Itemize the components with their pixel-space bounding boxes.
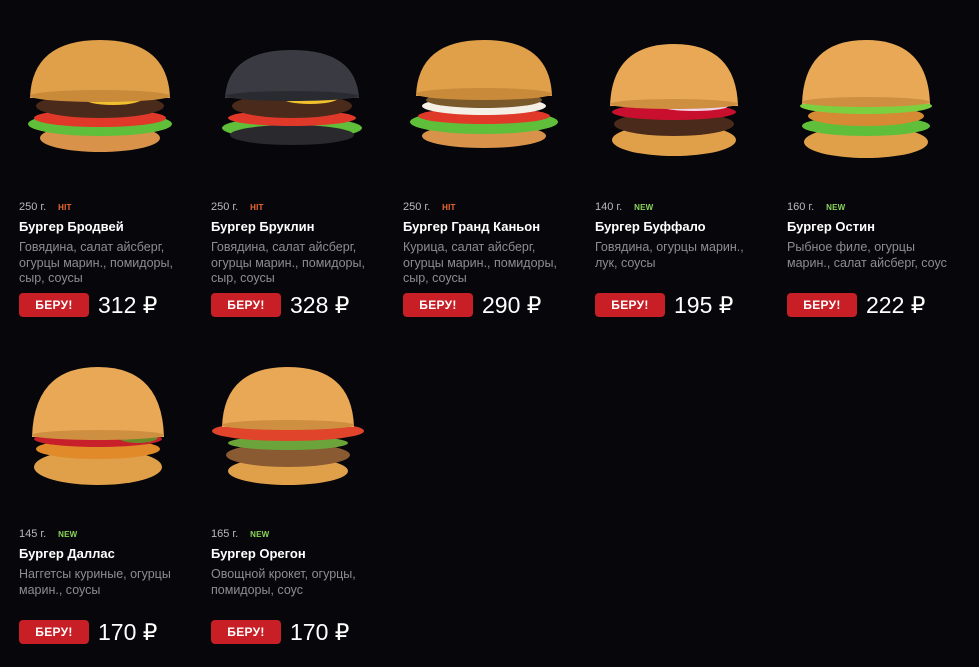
product-description: Наггетсы куриные, огурцы марин., соусы: [19, 567, 171, 597]
item-meta: 250 г. HIT: [19, 201, 72, 213]
burger-image[interactable]: [786, 40, 951, 165]
product-card-broadway: 250 г. HIT Бургер Бродвей Говядина, салат…: [18, 0, 193, 330]
weight-label: 250 г.: [211, 201, 239, 213]
product-name[interactable]: Бургер Буффало: [595, 219, 706, 234]
buy-button[interactable]: БЕРУ!: [211, 293, 281, 317]
hit-badge: HIT: [442, 203, 456, 212]
weight-label: 140 г.: [595, 201, 623, 213]
product-description: Рыбное филе, огурцы марин., салат айсбер…: [787, 240, 947, 270]
burger-image[interactable]: [402, 40, 567, 165]
price-label: 222 ₽: [866, 292, 926, 318]
new-badge: NEW: [58, 530, 78, 539]
product-name[interactable]: Бургер Бруклин: [211, 219, 314, 234]
price-label: 290 ₽: [482, 292, 542, 318]
burger-brooklyn-picture: [222, 50, 362, 145]
item-meta: 145 г. NEW: [19, 528, 77, 540]
hit-badge: HIT: [58, 203, 72, 212]
product-card-austin: 160 г. NEW Бургер Остин Рыбное филе, огур…: [786, 0, 961, 330]
burger-austin-picture: [800, 40, 932, 158]
product-description: Говядина, огурцы марин., лук, соусы: [595, 240, 744, 270]
weight-label: 250 г.: [403, 201, 431, 213]
price-label: 312 ₽: [98, 292, 158, 318]
product-name[interactable]: Бургер Орегон: [211, 546, 306, 561]
weight-label: 160 г.: [787, 201, 815, 213]
price-label: 170 ₽: [290, 619, 350, 645]
product-description: Говядина, салат айсберг, огурцы марин., …: [211, 240, 365, 285]
burger-oregon-picture: [212, 367, 364, 485]
burger-image[interactable]: [210, 40, 375, 165]
item-meta: 140 г. NEW: [595, 201, 653, 213]
weight-label: 250 г.: [19, 201, 47, 213]
burger-image[interactable]: [210, 367, 375, 492]
buy-button[interactable]: БЕРУ!: [403, 293, 473, 317]
burger-dallas-picture: [32, 367, 164, 485]
burger-image[interactable]: [18, 40, 183, 165]
product-name[interactable]: Бургер Даллас: [19, 546, 115, 561]
burger-image[interactable]: [594, 40, 759, 165]
weight-label: 145 г.: [19, 528, 47, 540]
weight-label: 165 г.: [211, 528, 239, 540]
product-card-buffalo: 140 г. NEW Бургер Буффало Говядина, огурц…: [594, 0, 769, 330]
burger-broadway-picture: [28, 40, 172, 152]
product-name[interactable]: Бургер Остин: [787, 219, 875, 234]
buy-button[interactable]: БЕРУ!: [19, 293, 89, 317]
price-label: 328 ₽: [290, 292, 350, 318]
product-description: Курица, салат айсберг, огурцы марин., по…: [403, 240, 557, 285]
product-card-grand-canyon: 250 г. HIT Бургер Гранд Каньон Курица, са…: [402, 0, 577, 330]
buy-button[interactable]: БЕРУ!: [595, 293, 665, 317]
item-meta: 250 г. HIT: [211, 201, 264, 213]
new-badge: NEW: [634, 203, 654, 212]
product-description: Овощной крокет, огурцы, помидоры, соус: [211, 567, 356, 597]
product-name[interactable]: Бургер Гранд Каньон: [403, 219, 540, 234]
item-meta: 165 г. NEW: [211, 528, 269, 540]
product-card-brooklyn: 250 г. HIT Бургер Бруклин Говядина, салат…: [210, 0, 385, 330]
product-card-dallas: 145 г. NEW Бургер Даллас Наггетсы куриные…: [18, 327, 193, 657]
new-badge: NEW: [250, 530, 270, 539]
new-badge: NEW: [826, 203, 846, 212]
burger-buffalo-picture: [610, 44, 738, 156]
burger-grand-canyon-picture: [410, 40, 558, 148]
burger-image[interactable]: [18, 367, 183, 492]
product-card-oregon: 165 г. NEW Бургер Орегон Овощной крокет, …: [210, 327, 385, 657]
product-description: Говядина, салат айсберг, огурцы марин., …: [19, 240, 173, 285]
buy-button[interactable]: БЕРУ!: [19, 620, 89, 644]
item-meta: 250 г. HIT: [403, 201, 456, 213]
product-name[interactable]: Бургер Бродвей: [19, 219, 124, 234]
hit-badge: HIT: [250, 203, 264, 212]
price-label: 170 ₽: [98, 619, 158, 645]
price-label: 195 ₽: [674, 292, 734, 318]
item-meta: 160 г. NEW: [787, 201, 845, 213]
buy-button[interactable]: БЕРУ!: [211, 620, 281, 644]
buy-button[interactable]: БЕРУ!: [787, 293, 857, 317]
